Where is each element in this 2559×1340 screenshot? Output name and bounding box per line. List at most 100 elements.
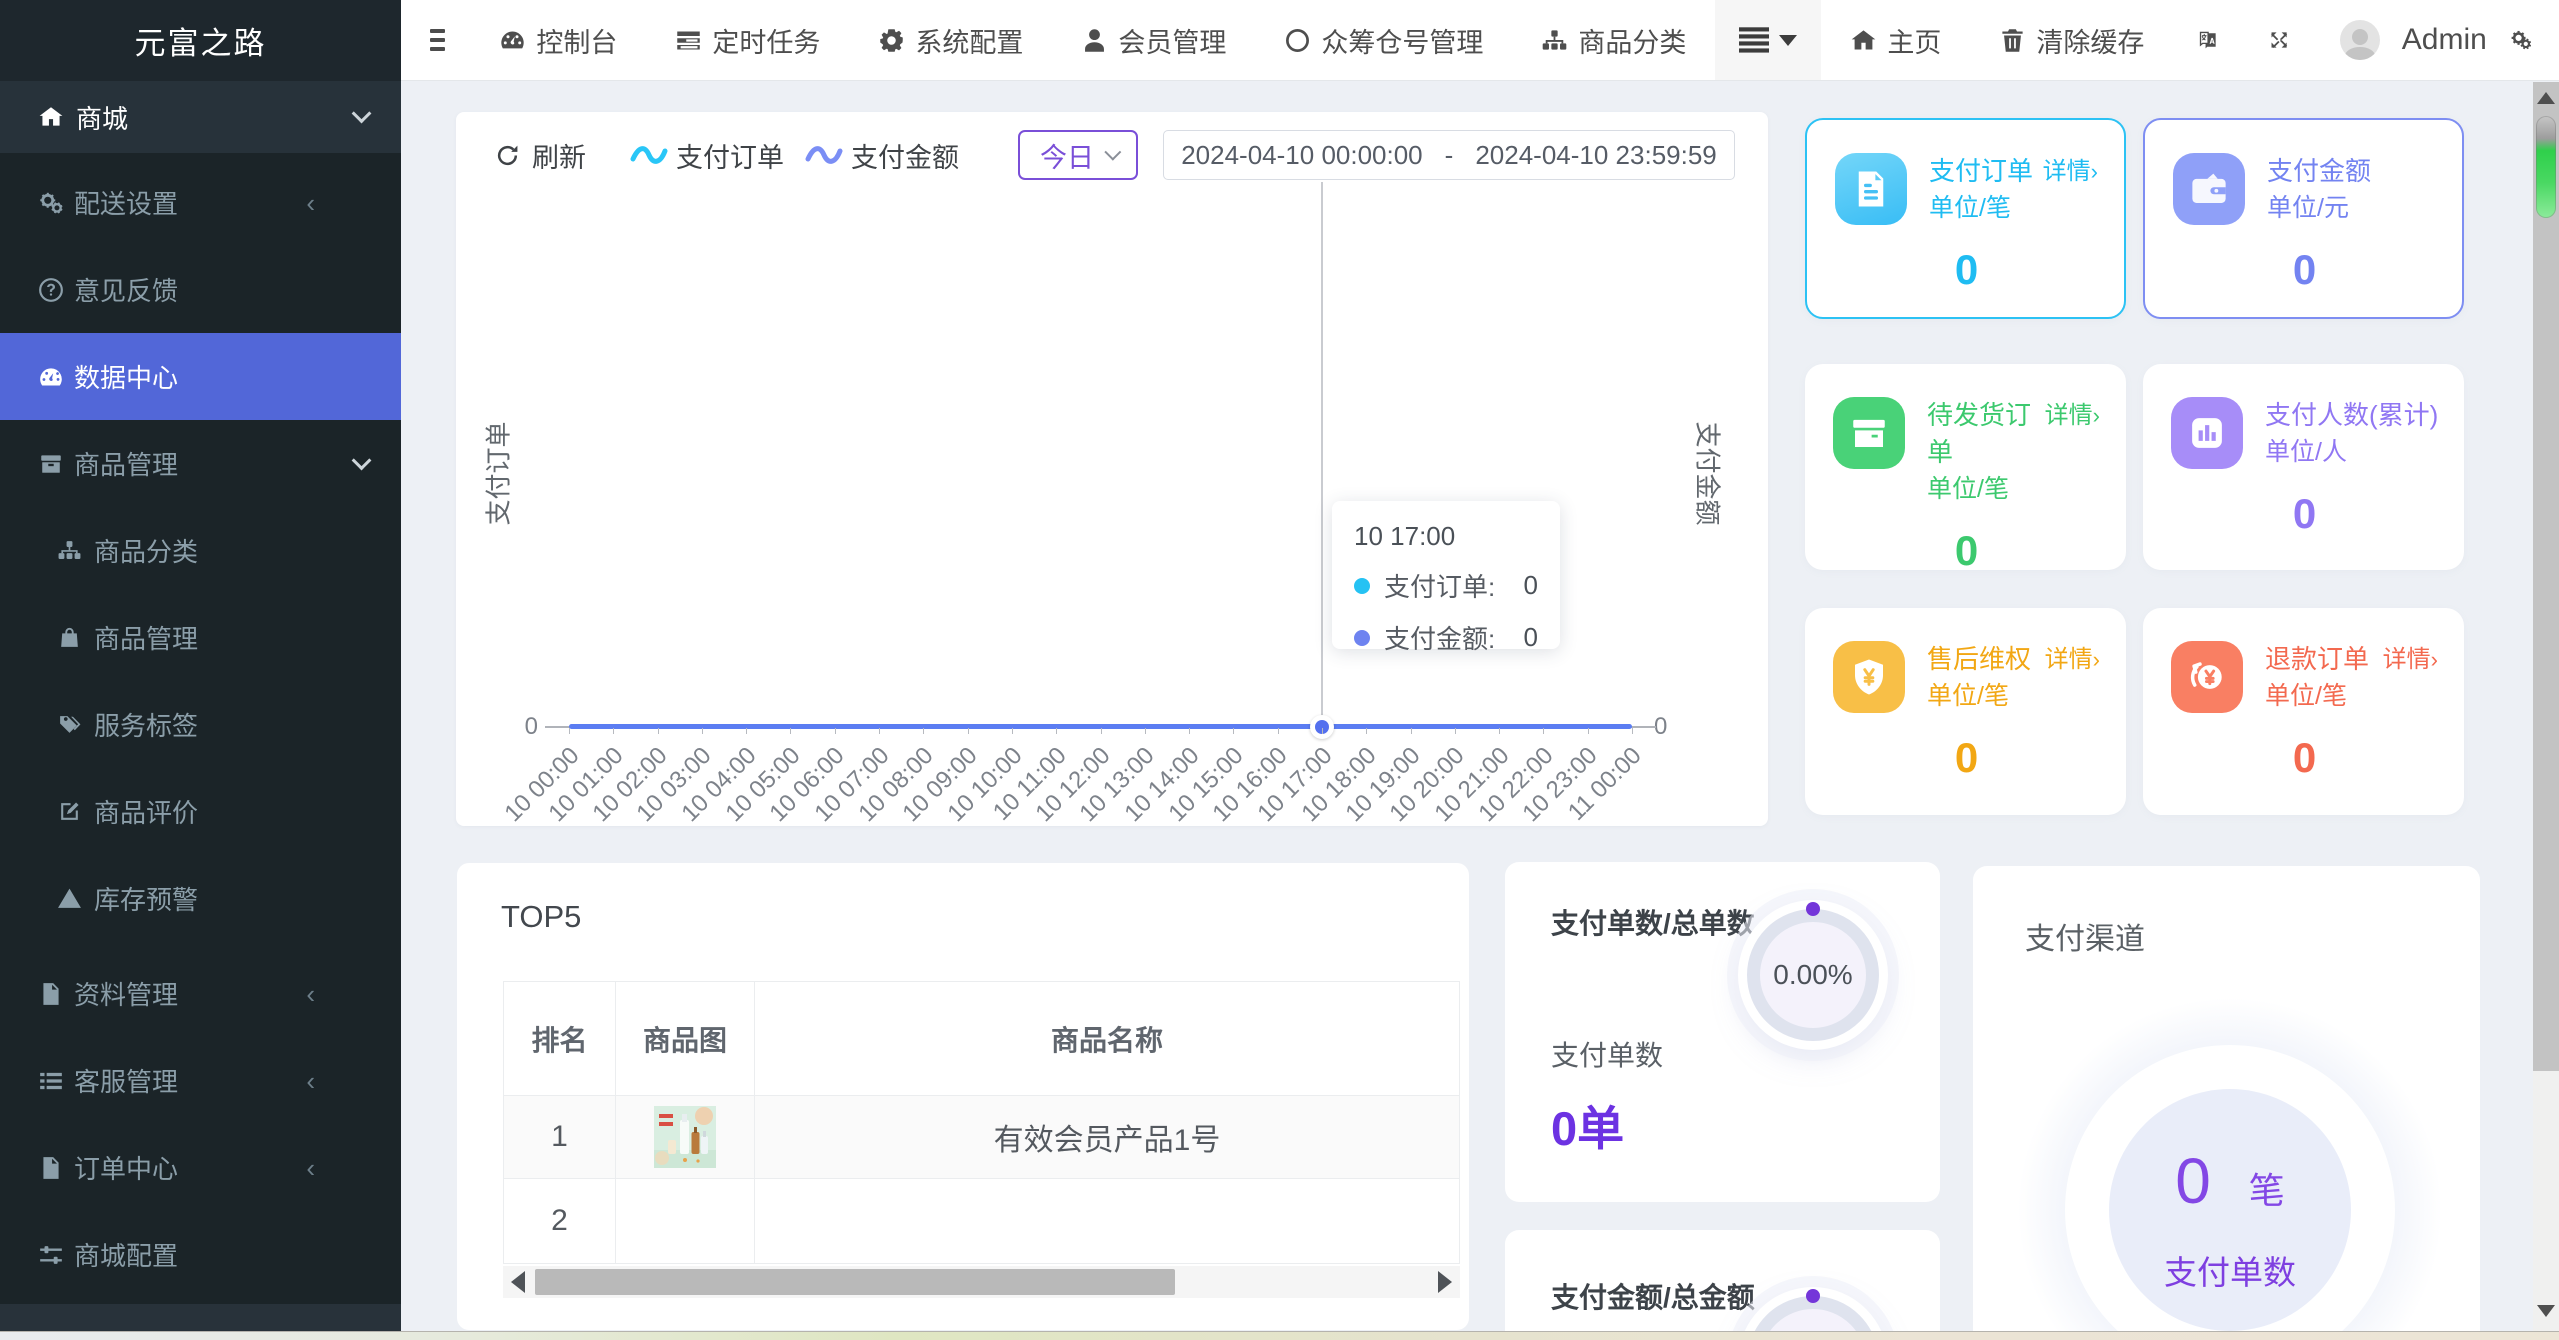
x-axis-tick: [1277, 728, 1279, 734]
edit-icon: [57, 799, 82, 824]
sidebar-item-service-tags[interactable]: 服务标签: [0, 681, 401, 768]
nav-item-member-management[interactable]: 会员管理: [1081, 21, 1226, 60]
nav-item-product-categories[interactable]: 商品分类: [1541, 21, 1686, 60]
nav-item-label: 清除缓存: [2036, 27, 2145, 58]
stat-unit: 单位/笔: [1927, 475, 2009, 503]
scroll-right-icon[interactable]: [1438, 1271, 1452, 1293]
x-axis-tick: [701, 728, 703, 734]
y-axis-right-name: 支付金额: [1692, 421, 1723, 526]
x-axis-tick: [613, 728, 615, 734]
sidebar-item-label: 商品分类: [94, 537, 199, 567]
nav-item-home[interactable]: 主页: [1850, 21, 1941, 60]
user-menu[interactable]: Admin: [2339, 20, 2487, 60]
stat-card-refund-orders[interactable]: 退款订单 详情› 单位/笔 0: [2143, 608, 2464, 815]
sidebar-item-mall-config[interactable]: 商城配置: [0, 1211, 401, 1298]
sidebar-item-stock-warning[interactable]: 库存预警: [0, 855, 401, 942]
scrollbar-thumb[interactable]: [2536, 116, 2556, 218]
nav-item-console[interactable]: 控制台: [499, 21, 617, 60]
nav-item-crowdfunding[interactable]: 众筹仓号管理: [1284, 21, 1483, 60]
stat-card-pending-shipment[interactable]: 待发货订单 详情› 单位/笔 0: [1805, 364, 2126, 574]
document-icon: [1835, 153, 1907, 225]
sidebar-item-customer-service[interactable]: 客服管理 ‹: [0, 1037, 401, 1124]
series-dot-icon: [1354, 577, 1370, 594]
tooltip-title: 10 17:00: [1354, 521, 1456, 551]
sidebar-item-data-center[interactable]: 数据中心: [0, 333, 401, 420]
stat-card-pay-orders[interactable]: 支付订单 详情› 单位/笔 0: [1805, 118, 2126, 319]
stat-card-paying-users[interactable]: 支付人数(累计) 单位/人 0: [2143, 364, 2464, 570]
translate-icon[interactable]: [2198, 23, 2218, 57]
image-cell: [615, 1095, 755, 1179]
stat-unit: 单位/人: [2265, 438, 2347, 466]
user-name: Admin: [2401, 23, 2487, 56]
nav-item-system-config[interactable]: 系统配置: [878, 21, 1023, 60]
sidebar-toggle-icon[interactable]: [430, 29, 446, 51]
scrollbar-track[interactable]: [531, 1269, 1432, 1295]
main-content: 刷新 支付订单 支付金额 今日 2024-04-10 00:00:00 - 20…: [401, 81, 2533, 1331]
x-axis-tick: [1056, 728, 1058, 734]
ratio-value: 0单: [1551, 1102, 1625, 1155]
nav-item-label: 商品分类: [1578, 27, 1687, 58]
x-axis-tick: [967, 728, 969, 734]
gears-icon: [38, 190, 64, 216]
detail-link[interactable]: 详情›: [2045, 641, 2100, 677]
topnav: 控制台 定时任务 系统配置 会员管理 众筹仓号管理 商品分类 主页 清除缓存 A…: [401, 0, 2559, 81]
ratio-title: 支付金额/总金额: [1551, 1282, 1755, 1313]
scrollbar-track[interactable]: [2533, 82, 2559, 1071]
sidebar-item-product-reviews[interactable]: 商品评价: [0, 768, 401, 855]
scroll-left-icon[interactable]: [511, 1271, 525, 1293]
stat-unit: 单位/笔: [1929, 194, 2011, 222]
tooltip-row: 支付金额: 0: [1354, 619, 1538, 656]
detail-link[interactable]: 详情›: [2044, 397, 2100, 433]
sidebar-item-delivery-settings[interactable]: 配送设置 ‹: [0, 159, 401, 246]
scroll-up-icon[interactable]: [2537, 92, 2555, 104]
stat-value: 0: [1954, 734, 1979, 781]
sidebar-footer: [0, 1304, 401, 1331]
refund-yuan-icon: [2171, 641, 2243, 713]
table-row[interactable]: 1 有效会员产品1号: [503, 1095, 1460, 1179]
sidebar-item-label: 商品管理: [74, 450, 179, 480]
warning-icon: [57, 886, 82, 911]
stat-value: 0: [1954, 246, 1979, 293]
stat-title: 支付订单: [1929, 156, 2034, 186]
nav-item-clear-cache[interactable]: 清除缓存: [1999, 21, 2144, 60]
detail-link[interactable]: 详情›: [2383, 641, 2438, 677]
sidebar-item-product-admin[interactable]: 商品管理: [0, 594, 401, 681]
x-axis-tick: [1410, 728, 1412, 734]
x-axis-tick: [1499, 728, 1501, 734]
settings-gears-icon[interactable]: [2511, 23, 2531, 57]
tooltip-value: 0: [1523, 622, 1538, 652]
file-text-icon: [38, 981, 64, 1007]
channel-label: 支付单数: [2164, 1254, 2296, 1291]
tooltip-label: 支付金额:: [1384, 624, 1496, 654]
nav-item-scheduled-tasks[interactable]: 定时任务: [675, 21, 820, 60]
stat-card-pay-amount[interactable]: 支付金额 单位/元 0: [2143, 118, 2464, 319]
payment-channel-card: 支付渠道 0 笔 支付单数: [1973, 866, 2480, 1331]
sidebar-item-label: 意见反馈: [74, 276, 179, 306]
package-icon: [1833, 397, 1905, 469]
fullscreen-icon[interactable]: [2269, 23, 2289, 57]
product-name-cell: 有效会员产品1号: [754, 1095, 1460, 1179]
user-icon: [1081, 27, 1108, 54]
detail-link[interactable]: 详情›: [2043, 153, 2098, 189]
stat-card-after-sales[interactable]: 售后维权 详情› 单位/笔 0: [1805, 608, 2126, 815]
sidebar-item-material-management[interactable]: 资料管理 ‹: [0, 950, 401, 1037]
tooltip-row: 支付订单: 0: [1354, 567, 1538, 604]
sidebar-item-order-center[interactable]: 订单中心 ‹: [0, 1124, 401, 1211]
table-row[interactable]: 2: [503, 1178, 1460, 1264]
horizontal-scrollbar[interactable]: [503, 1266, 1460, 1298]
sidebar-item-feedback[interactable]: 意见反馈: [0, 246, 401, 333]
scrollbar-thumb[interactable]: [535, 1269, 1175, 1295]
scroll-down-icon[interactable]: [2537, 1305, 2555, 1317]
sidebar-item-shop[interactable]: 商城: [0, 81, 401, 153]
vertical-scrollbar[interactable]: [2533, 82, 2559, 1331]
x-axis-tick: [1321, 728, 1323, 734]
line-chart[interactable]: 支付订单 支付金额 0 0 10 00:00 10 01:00 10 02:00 10…: [456, 112, 1768, 827]
donut-gauge: [1747, 1289, 1879, 1331]
ratio-title: 支付单数/总单数: [1551, 908, 1755, 939]
chevron-left-icon: ‹: [306, 187, 315, 218]
sidebar-item-product-categories[interactable]: 商品分类: [0, 507, 401, 594]
sitemap-icon: [1541, 27, 1568, 54]
nav-menu-dropdown[interactable]: [1715, 0, 1822, 80]
sidebar-item-product-management[interactable]: 商品管理: [0, 420, 401, 507]
x-axis-tick: [1233, 728, 1235, 734]
